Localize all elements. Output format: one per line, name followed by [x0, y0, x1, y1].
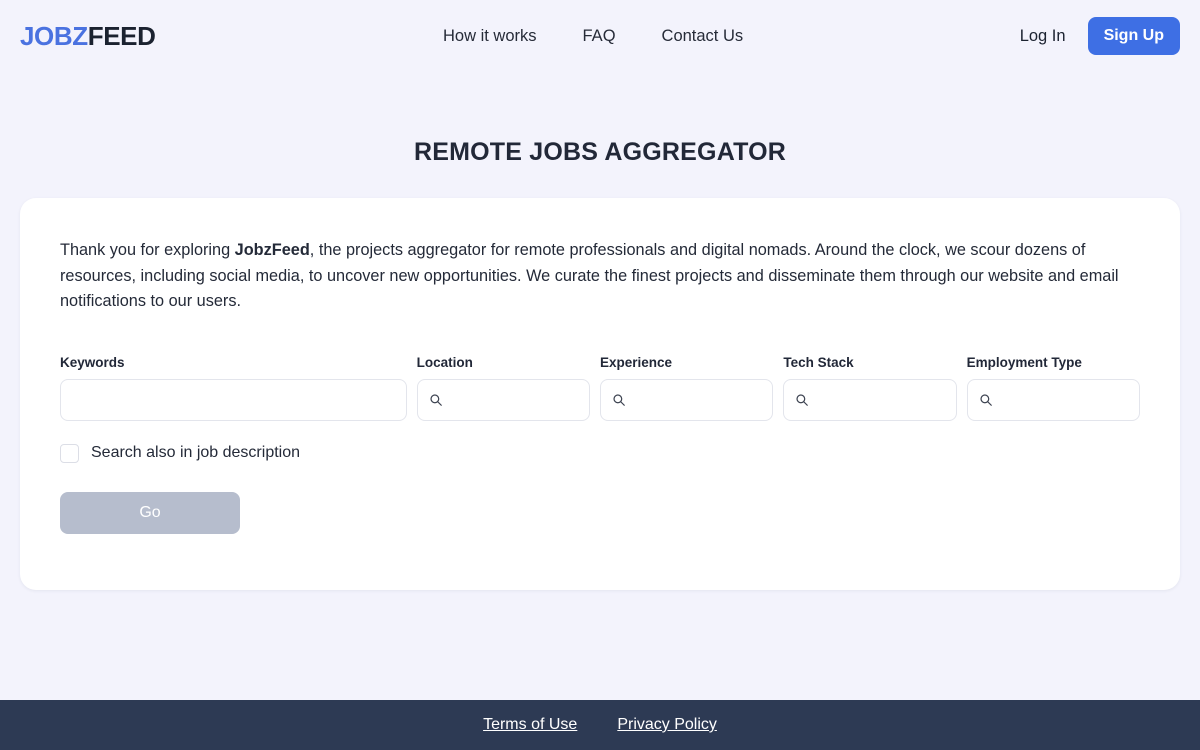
- signup-button[interactable]: Sign Up: [1087, 17, 1180, 55]
- site-header: JOBZ FEED How it works FAQ Contact Us Log…: [0, 0, 1200, 72]
- site-logo[interactable]: JOBZ FEED: [20, 21, 156, 52]
- field-keywords: Keywords: [60, 355, 407, 421]
- keywords-input[interactable]: [60, 378, 407, 421]
- tech-stack-input[interactable]: [783, 378, 957, 421]
- logo-text-primary: JOBZ: [20, 20, 88, 51]
- keywords-input-wrap: [60, 378, 407, 421]
- field-employment-type: Employment Type: [966, 354, 1140, 421]
- label-tech-stack: Tech Stack: [783, 354, 854, 370]
- search-in-description-label[interactable]: Search also in job description: [91, 444, 300, 462]
- field-experience: Experience: [600, 354, 774, 421]
- intro-text-before: Thank you for exploring: [60, 241, 235, 259]
- nav-link-how-it-works[interactable]: How it works: [443, 27, 537, 46]
- footer-link-terms-of-use[interactable]: Terms of Use: [483, 716, 577, 734]
- employment-type-input-wrap: [966, 378, 1140, 421]
- tech-stack-input-wrap: [783, 378, 957, 421]
- search-description-row: Search also in job description: [60, 443, 1140, 463]
- field-tech-stack: Tech Stack: [783, 354, 957, 421]
- page-title: REMOTE JOBS AGGREGATOR: [413, 138, 787, 166]
- search-in-description-checkbox[interactable]: [60, 443, 79, 463]
- label-experience: Experience: [600, 354, 673, 370]
- field-location: Location: [416, 354, 590, 421]
- main-navigation: How it works FAQ Contact Us: [443, 0, 743, 72]
- label-keywords: Keywords: [60, 354, 125, 370]
- login-link[interactable]: Log In: [1020, 27, 1066, 46]
- intro-brand-name: JobzFeed: [234, 241, 310, 259]
- location-input-wrap: [416, 378, 590, 421]
- auth-actions: Log In Sign Up: [1020, 0, 1180, 72]
- label-location: Location: [416, 354, 473, 370]
- search-card: Thank you for exploring JobzFeed, the pr…: [20, 198, 1180, 590]
- logo-text-secondary: FEED: [87, 20, 156, 51]
- experience-input[interactable]: [600, 378, 774, 421]
- site-footer: Terms of Use Privacy Policy: [0, 700, 1200, 750]
- label-employment-type: Employment Type: [966, 354, 1082, 370]
- nav-link-faq[interactable]: FAQ: [583, 27, 616, 46]
- intro-paragraph: Thank you for exploring JobzFeed, the pr…: [60, 238, 1140, 315]
- go-button[interactable]: Go: [60, 491, 240, 534]
- experience-input-wrap: [600, 378, 774, 421]
- location-input[interactable]: [416, 378, 590, 421]
- nav-link-contact-us[interactable]: Contact Us: [662, 27, 744, 46]
- footer-link-privacy-policy[interactable]: Privacy Policy: [617, 716, 717, 734]
- search-form-row: Keywords Location Experience Tech Stack …: [60, 355, 1140, 421]
- employment-type-input[interactable]: [966, 378, 1140, 421]
